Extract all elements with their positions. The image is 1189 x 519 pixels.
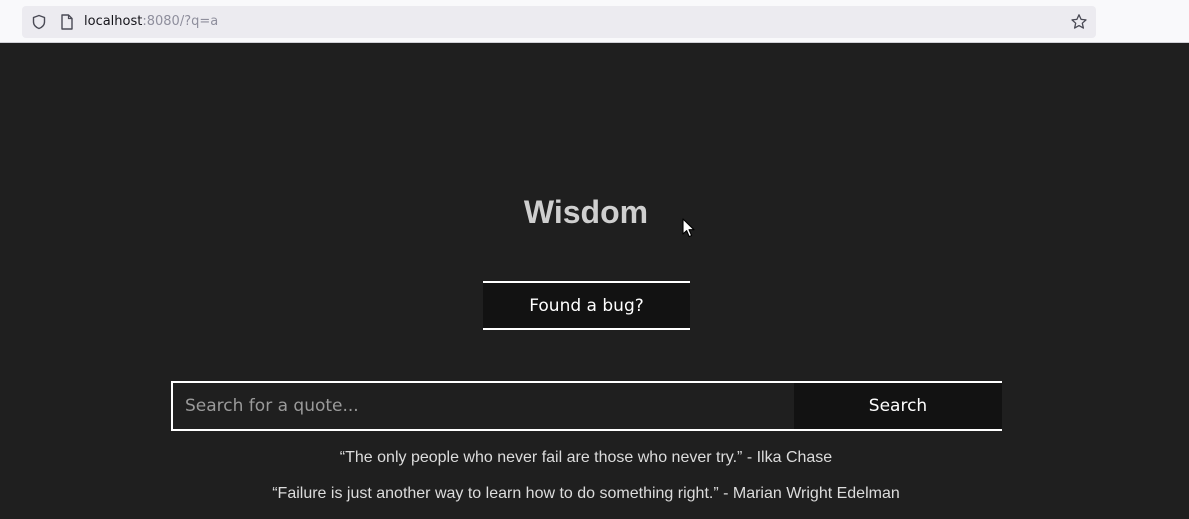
shield-icon[interactable] (31, 14, 47, 30)
page-content: Wisdom Found a bug? Search “The only peo… (0, 43, 1189, 517)
star-icon[interactable] (1070, 13, 1088, 31)
found-a-bug-button[interactable]: Found a bug? (483, 281, 690, 330)
quote-item: “The only people who never fail are thos… (339, 449, 833, 466)
quote-item: “Failure is just another way to learn ho… (272, 485, 900, 502)
url-path: :8080/?q=a (142, 14, 219, 29)
mouse-cursor-icon (682, 218, 695, 238)
browser-toolbar: localhost:8080/?q=a (0, 0, 1189, 43)
quote-list: “The only people who never fail are thos… (0, 447, 1172, 519)
page-icon[interactable] (60, 14, 74, 30)
search-button[interactable]: Search (794, 383, 1002, 429)
url-text[interactable]: localhost:8080/?q=a (84, 14, 218, 30)
url-host: localhost (84, 14, 143, 29)
search-input[interactable] (173, 383, 794, 429)
address-bar[interactable]: localhost:8080/?q=a (22, 6, 1096, 38)
page-title: Wisdom (523, 194, 649, 230)
search-form: Search (171, 381, 1002, 431)
